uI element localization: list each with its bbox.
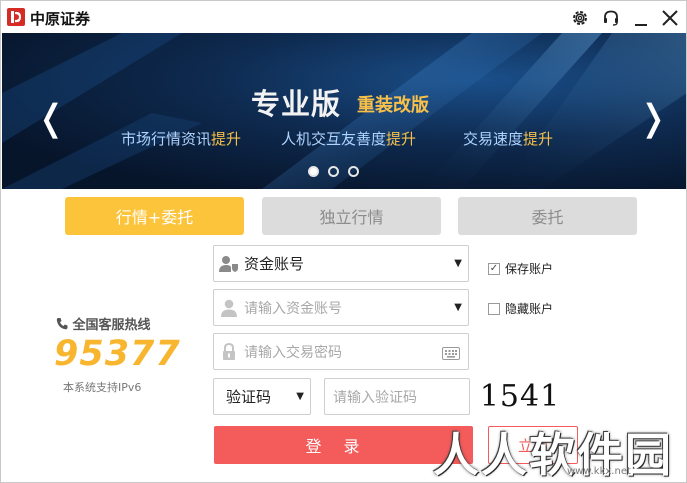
promo-banner[interactable]: 专业版 重装改版 市场行情资讯提升 人机交互友善度提升 交易速度提升 ❬ ❭ [2,33,686,189]
hide-account-checkbox[interactable]: 隐藏账户 [488,300,553,317]
banner-feature-1: 市场行情资讯提升 [121,130,242,148]
chevron-down-icon: ▼ [454,258,462,269]
ipv6-note: 本系统支持IPv6 [63,381,142,394]
close-icon [662,10,678,26]
account-type-select[interactable]: 资金账号 ▼ [213,245,469,282]
watermark-url: www.kkx.net [567,466,631,477]
slide-indicator [308,166,359,177]
hotline-number: 95377 [54,334,181,374]
banner-prev-arrow[interactable]: ❬ [36,101,66,137]
verify-type-value: 验证码 [226,388,272,406]
banner-feature-2: 人机交互友善度提升 [281,130,417,148]
verify-type-select[interactable]: 验证码 ▼ [213,378,311,415]
password-placeholder: 请输入交易密码 [244,344,342,361]
slide-dot-3[interactable] [348,166,359,177]
banner-next-arrow[interactable]: ❭ [638,101,668,137]
checkbox-unchecked-icon [488,302,500,315]
minimize-button[interactable] [630,7,652,29]
save-account-checkbox[interactable]: ✓ 保存账户 [488,260,553,277]
tab-quotes-and-trade[interactable]: 行情+委托 [65,197,244,235]
watermark-text: 人人软件园 [433,428,673,482]
chevron-down-icon: ▼ [296,391,304,402]
verify-code-input[interactable]: 请输入验证码 [324,378,470,415]
banner-feature-3: 交易速度提升 [463,130,554,148]
save-account-label: 保存账户 [505,262,554,276]
hide-account-label: 隐藏账户 [505,302,554,316]
login-window: 中原证券 专业版 重装改版 市场行情资讯提升 人机交互友善度提升 交易速度提升 … [0,0,687,483]
settings-icon [573,11,587,25]
slide-dot-1[interactable] [308,166,319,177]
account-type-value: 资金账号 [244,255,305,273]
minimize-icon [635,24,647,26]
headset-icon [604,10,618,26]
phone-icon [56,318,68,330]
title-bar[interactable]: 中原证券 [1,1,686,33]
account-input[interactable]: 请输入资金账号 ▼ [213,289,469,326]
user-shield-icon [214,255,244,273]
support-button[interactable] [600,7,622,29]
close-button[interactable] [659,7,681,29]
banner-subtitle: 重装改版 [357,95,429,116]
app-logo-icon [7,8,25,26]
banner-title: 专业版 [251,87,342,121]
verify-code-placeholder: 请输入验证码 [333,389,417,406]
captcha-image[interactable]: 1541 [480,376,559,416]
user-icon [214,299,244,317]
keyboard-icon[interactable] [442,345,460,364]
tab-trade-only[interactable]: 委托 [458,197,637,235]
password-input[interactable]: 请输入交易密码 [213,333,469,370]
lock-icon [214,342,244,361]
window-title: 中原证券 [30,10,91,28]
account-placeholder: 请输入资金账号 [244,300,342,317]
tab-quotes-only[interactable]: 独立行情 [262,197,441,235]
checkbox-checked-icon: ✓ [488,262,500,275]
chevron-down-icon[interactable]: ▼ [454,302,462,313]
slide-dot-2[interactable] [328,166,339,177]
hotline-label: 全国客服热线 [56,314,151,333]
settings-button[interactable] [569,7,591,29]
